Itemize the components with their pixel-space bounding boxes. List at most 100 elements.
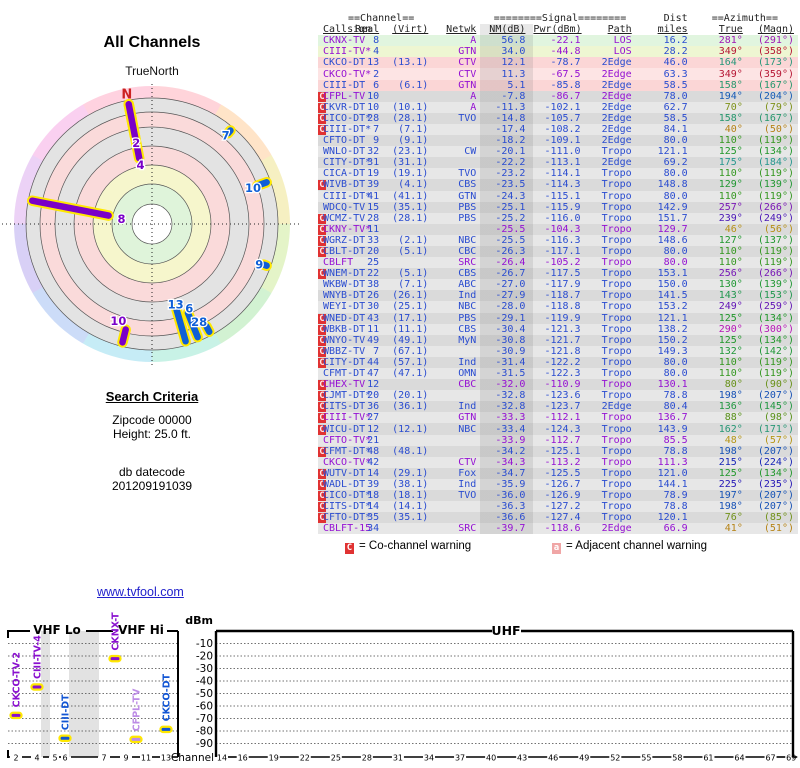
cell-dist-miles: 148.6	[657, 234, 688, 246]
cell-pwr-dbm: -124.3	[544, 423, 581, 435]
cell-callsign: CKCO-DT	[323, 57, 366, 69]
table-row: C WNYO-TV 49 (49.1) MyN -30.8 -121.7 Tropo 150.2…	[318, 334, 798, 346]
cell-callsign: WADL-DT	[323, 478, 366, 490]
cell-dist-miles: 138.2	[657, 323, 688, 335]
cell-callsign: CITY-DT	[323, 356, 366, 368]
cell-pwr-dbm: -127.2	[544, 501, 581, 513]
spectrum-marker-label: CKNX-TV	[111, 612, 122, 651]
cell-callsign: CITY-DT*	[323, 157, 372, 169]
cell-network	[434, 435, 480, 446]
cell-pwr-dbm: -125.1	[544, 445, 581, 457]
table-row: C WICU-DT 12 (12.1) NBC -33.4 -124.3 Tropo 143.9…	[318, 423, 798, 435]
cell-nm-db: -30.4	[480, 323, 534, 335]
cell-pwr-dbm: -123.6	[544, 390, 581, 402]
cell-dist-miles: 58.5	[663, 79, 688, 91]
table-row: CKCO-TV* 42 CTV -34.3 -113.2 Tropo 111.3 215° (2…	[318, 456, 798, 468]
cell-path: Tropo	[601, 379, 632, 391]
column-header--virt-: (Virt)	[392, 24, 429, 36]
table-row: WNYB-DT 26 (26.1) Ind -27.9 -118.7 Tropo 141.5 1…	[318, 290, 798, 302]
cell-network: OMN	[458, 368, 477, 380]
cell-network	[434, 124, 480, 135]
cell-dist-miles: 153.1	[657, 268, 688, 280]
cell-path: Tropo	[601, 146, 632, 158]
cell-magnetic-azimuth: (51°)	[763, 523, 794, 535]
table-row: C CIII-TV* 27 GTN -33.3 -112.1 Tropo 136.7 88° (9…	[318, 412, 798, 424]
table-row: C CITY-DT 44 (57.1) Ind -31.4 -122.2 Tropo 80.0 1…	[318, 356, 798, 368]
cell-path: Tropo	[601, 445, 632, 457]
column-header-cell: Netwk	[434, 24, 480, 35]
cell-callsign: WNYB-DT	[323, 290, 366, 302]
cell-dist-miles: 144.1	[657, 478, 688, 490]
cell-magnetic-azimuth: (259°)	[757, 301, 794, 313]
axis-label: 6	[62, 754, 67, 763]
cell-pwr-dbm: -116.0	[544, 212, 581, 224]
cell-path: 2Edge	[601, 79, 632, 91]
cell-dist-miles: 78.9	[663, 490, 688, 502]
cell-nm-db: -33.9	[480, 434, 534, 446]
cell-pwr-dbm: -121.7	[544, 334, 581, 346]
cell-true-azimuth: 70°	[724, 101, 743, 113]
header-spacer	[318, 13, 328, 24]
table-row: WNLO-DT 32 (23.1) CW -20.1 -111.0 Tropo 121.1 12…	[318, 146, 798, 158]
cell-magnetic-azimuth: (90°)	[763, 379, 794, 391]
cell-nm-db: -11.3	[480, 101, 534, 113]
search-criteria-heading: Search Criteria	[105, 389, 199, 404]
cell-magnetic-azimuth: (85°)	[763, 512, 794, 524]
cell-dist-miles: 80.0	[663, 190, 688, 202]
cell-magnetic-azimuth: (207°)	[757, 390, 794, 402]
cell-virtual-channel	[381, 224, 434, 235]
cell-true-azimuth: 125°	[718, 334, 743, 346]
cell-callsign: CITS-DT	[323, 401, 366, 413]
cell-network	[434, 390, 480, 401]
cell-callsign: CFTO-TV*	[323, 434, 372, 446]
cell-dist-miles: 78.8	[663, 501, 688, 513]
db-datecode-label: db datecode	[118, 465, 186, 479]
cell-nm-db: -25.2	[480, 212, 534, 224]
cell-dist-miles: 78.8	[663, 390, 688, 402]
table-row: C WBKB-DT 11 (11.1) CBS -30.4 -121.3 Tropo 138.2…	[318, 323, 798, 335]
cell-nm-db: -31.4	[480, 356, 534, 368]
cell-pwr-dbm: -114.3	[544, 179, 581, 191]
cell-magnetic-azimuth: (119°)	[757, 168, 794, 180]
cell-true-azimuth: 249°	[718, 301, 743, 313]
cell-nm-db: -26.3	[480, 245, 534, 258]
cell-nm-db: -23.2	[480, 168, 534, 180]
cell-magnetic-azimuth: (291°)	[757, 35, 794, 47]
radar-bar	[119, 326, 129, 346]
cell-nm-db: -20.1	[480, 146, 534, 158]
cell-network: Ind	[458, 356, 477, 368]
cell-network: A	[470, 90, 477, 102]
spectrum-marker	[159, 725, 173, 734]
cell-true-azimuth: 349°	[718, 46, 743, 58]
cell-network: PBS	[458, 312, 477, 324]
cell-magnetic-azimuth: (235°)	[757, 478, 794, 490]
cell-callsign: WNLO-DT	[323, 146, 366, 158]
cell-dist-miles: 58.5	[663, 112, 688, 124]
table-row: CFTO-TV* 21 -33.9 -112.7 Tropo 85.5 48° (57°)	[318, 434, 798, 446]
table-row: CIII-DT* 41 (41.1) GTN -24.3 -115.1 Tropo 80.0 1…	[318, 190, 798, 202]
cell-callsign: WGRZ-DT	[323, 234, 366, 246]
cell-pwr-dbm: -126.9	[544, 490, 581, 502]
cell-true-azimuth: 88°	[724, 412, 743, 424]
tvfool-link[interactable]: www.tvfool.com	[97, 585, 184, 599]
search-criteria: Search Criteria Zipcode 00000 Height: 25…	[52, 389, 252, 494]
cell-nm-db: -32.0	[480, 379, 534, 391]
cell-network	[434, 501, 480, 512]
cell-nm-db: -23.5	[480, 179, 534, 191]
cell-true-azimuth: 125°	[718, 146, 743, 158]
cell-virtual-channel: (11.1)	[392, 323, 429, 335]
axis-label: -60	[196, 701, 213, 713]
north-label: N	[121, 87, 132, 102]
cell-pwr-dbm: -119.9	[544, 312, 581, 324]
cell-true-azimuth: 158°	[718, 79, 743, 91]
cell-true-azimuth: 110°	[718, 257, 743, 269]
column-header-cell: (Virt)	[381, 24, 434, 35]
cell-path: 2Edge	[601, 57, 632, 69]
cell-virtual-channel	[381, 379, 434, 390]
cell-magnetic-azimuth: (119°)	[757, 246, 794, 258]
cell-path: 2Edge	[601, 401, 632, 413]
axis-label: 49	[579, 754, 589, 763]
cell-network: Ind	[458, 401, 477, 413]
cell-path: LOS	[613, 46, 632, 58]
cell-virtual-channel: (13.1)	[392, 57, 429, 69]
